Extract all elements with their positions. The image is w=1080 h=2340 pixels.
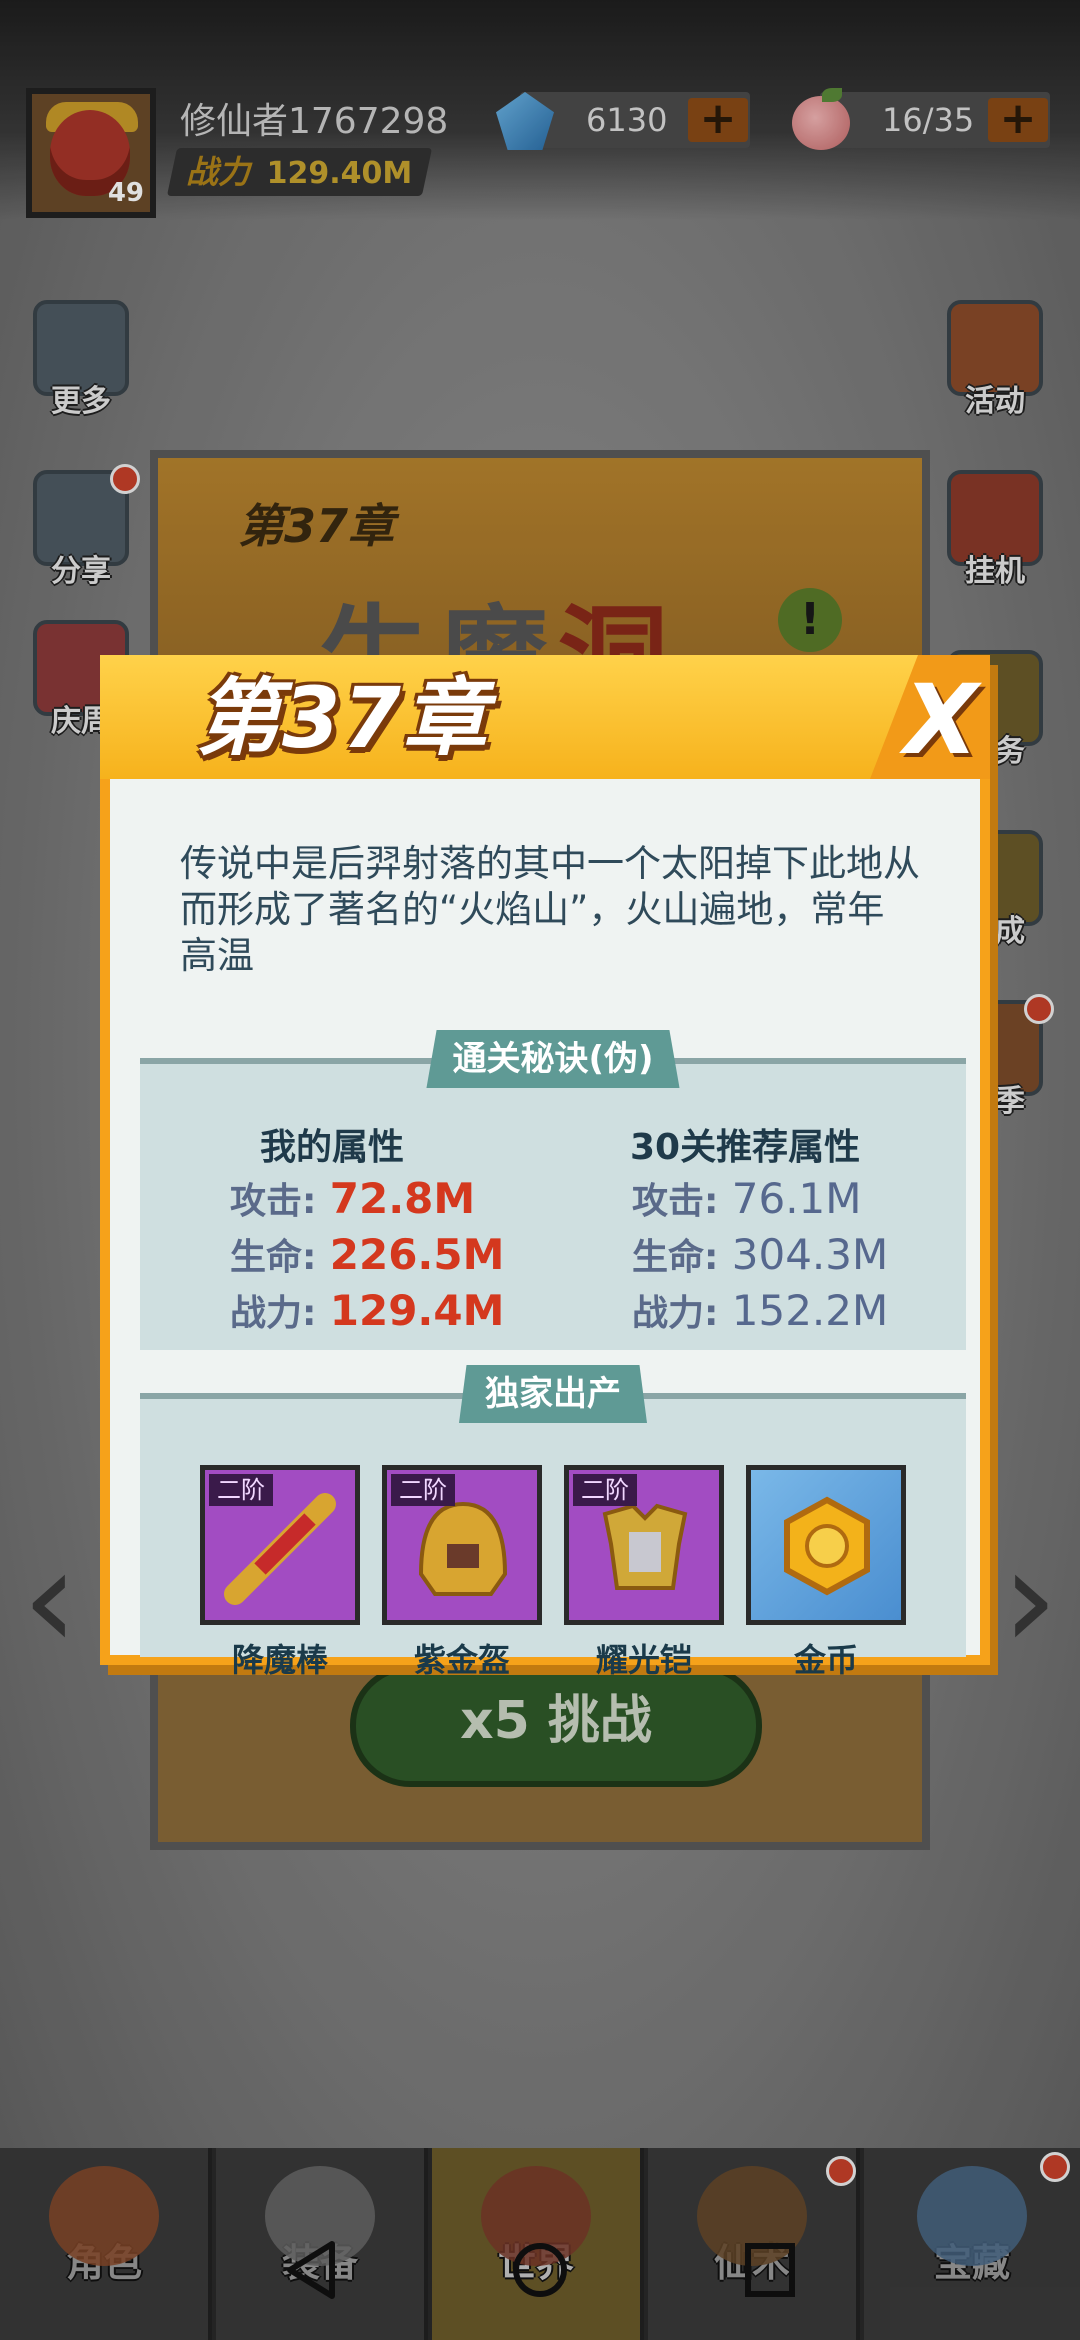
power-stat-label: 战力: [632,1293,719,1334]
attack-label: 攻击: [230,1181,317,1222]
hp-label: 生命: [632,1237,719,1278]
chapter-info-dialog: 第37章 X 传说中是后羿射落的其中一个太阳掉下此地从而形成了著名的“火焰山”，… [100,655,990,1679]
drop-item[interactable]: 二阶 降魔棒 [200,1465,360,1681]
item-name: 耀光铠 [595,1641,692,1679]
recommended-hp: 生命: 304.3M [632,1228,888,1280]
my-power-value: 129.4M [329,1286,505,1335]
my-hp-value: 226.5M [329,1230,505,1279]
my-hp: 生命: 226.5M [230,1228,504,1280]
drop-item[interactable]: 二阶 紫金盔 [382,1465,542,1681]
recommended-hp-value: 304.3M [731,1230,889,1279]
hp-label: 生命: [230,1237,317,1278]
drop-item[interactable]: 金币 [746,1465,906,1681]
recommended-stats-header: 30关推荐属性 [630,1127,861,1168]
drop-item[interactable]: 二阶 耀光铠 [564,1465,724,1681]
my-stats-header: 我的属性 [260,1127,405,1168]
clear-tips-section: 通关秘诀(伪) 我的属性 30关推荐属性 攻击: 72.8M 生命: 226.5… [140,1030,966,1350]
power-stat-label: 战力: [230,1293,317,1334]
close-button[interactable]: X [896,672,986,768]
recommended-power: 战力: 152.2M [632,1284,888,1336]
clear-tips-tab: 通关秘诀(伪) [426,1030,680,1088]
attack-label: 攻击: [632,1181,719,1222]
dialog-title: 第37章 [196,669,489,767]
tier-badge: 二阶 [209,1474,273,1506]
item-frame: 二阶 [382,1465,542,1625]
item-name: 紫金盔 [413,1641,510,1679]
item-frame [746,1465,906,1625]
my-attack: 攻击: 72.8M [230,1172,475,1224]
chapter-description: 传说中是后羿射落的其中一个太阳掉下此地从而形成了著名的“火焰山”，火山遍地，常年… [180,842,920,977]
my-attack-value: 72.8M [329,1174,476,1223]
item-name: 降魔棒 [231,1641,328,1679]
item-frame: 二阶 [564,1465,724,1625]
gold-coin-icon [784,1496,870,1596]
tier-badge: 二阶 [391,1474,455,1506]
item-frame: 二阶 [200,1465,360,1625]
tier-badge: 二阶 [573,1474,637,1506]
my-power: 战力: 129.4M [230,1284,504,1336]
recommended-attack-value: 76.1M [731,1174,862,1223]
exclusive-drops-tab: 独家出产 [459,1365,647,1423]
recommended-attack: 攻击: 76.1M [632,1172,862,1224]
item-name: 金币 [793,1641,858,1679]
exclusive-drops-section: 独家出产 二阶 降魔棒 二阶 紫金盔 二阶 耀光铠 金币 [140,1365,966,1679]
recommended-power-value: 152.2M [731,1286,889,1335]
